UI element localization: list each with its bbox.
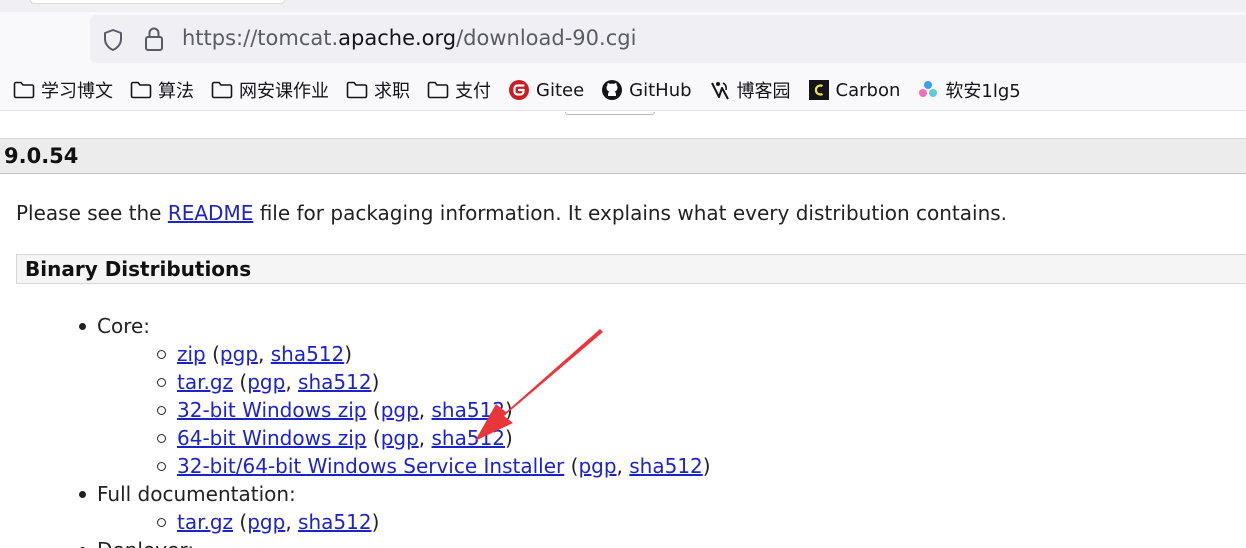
folder-icon bbox=[210, 79, 234, 101]
pgp-link[interactable]: pgp bbox=[247, 370, 285, 394]
readme-link[interactable]: README bbox=[168, 201, 254, 225]
navigation-toolbar: https://tomcat.apache.org/download-90.cg… bbox=[0, 12, 1246, 70]
pgp-link[interactable]: pgp bbox=[381, 426, 419, 450]
download-item: tar.gz (pgp, sha512) bbox=[157, 508, 711, 536]
bookmark-label: 算法 bbox=[158, 81, 194, 102]
pgp-link[interactable]: pgp bbox=[247, 510, 285, 534]
bookmark-folder-algorithm[interactable]: 算法 bbox=[129, 74, 200, 106]
intro-text: file for packaging information. It expla… bbox=[253, 201, 1008, 225]
group-label: Deployer: bbox=[97, 538, 194, 548]
gitee-icon bbox=[507, 79, 531, 101]
url-text[interactable]: https://tomcat.apache.org/download-90.cg… bbox=[182, 26, 636, 50]
bookmark-label: 求职 bbox=[374, 81, 410, 102]
section-heading: Binary Distributions bbox=[25, 257, 252, 281]
bookmark-carbon[interactable]: Carbon bbox=[807, 74, 907, 106]
bookmark-folder-jobs[interactable]: 求职 bbox=[345, 74, 416, 106]
download-item: 64-bit Windows zip (pgp, sha512) bbox=[157, 424, 711, 452]
bookmark-label: 软安1lg5 bbox=[945, 81, 1021, 102]
url-host: apache.org bbox=[338, 26, 457, 50]
documentation-downloads: tar.gz (pgp, sha512) bbox=[97, 508, 711, 536]
sha512-link[interactable]: sha512 bbox=[298, 510, 372, 534]
bookmark-folder-study[interactable]: 学习博文 bbox=[12, 74, 119, 106]
lock-icon[interactable] bbox=[143, 26, 165, 52]
sha512-link[interactable]: sha512 bbox=[629, 454, 703, 478]
url-prefix: https://tomcat. bbox=[182, 26, 339, 50]
github-icon bbox=[600, 79, 624, 101]
pgp-link[interactable]: pgp bbox=[381, 398, 419, 422]
sha512-link[interactable]: sha512 bbox=[271, 342, 345, 366]
download-link[interactable]: tar.gz bbox=[177, 370, 233, 394]
sha512-link[interactable]: sha512 bbox=[298, 370, 372, 394]
pgp-link[interactable]: pgp bbox=[578, 454, 616, 478]
intro-paragraph: Please see the README file for packaging… bbox=[16, 201, 1007, 225]
version-header: 9.0.54 bbox=[0, 138, 1246, 174]
group-label: Core: bbox=[97, 314, 151, 338]
pgp-link[interactable]: pgp bbox=[220, 342, 258, 366]
download-link[interactable]: tar.gz bbox=[177, 510, 233, 534]
download-item: zip (pgp, sha512) bbox=[157, 340, 711, 368]
download-item: 32-bit Windows zip (pgp, sha512) bbox=[157, 396, 711, 424]
bookmark-folder-payment[interactable]: 支付 bbox=[426, 74, 497, 106]
download-link[interactable]: zip bbox=[177, 342, 206, 366]
version-heading: 9.0.54 bbox=[4, 144, 79, 168]
bookmark-folder-security-homework[interactable]: 网安课作业 bbox=[210, 74, 335, 106]
bookmark-github[interactable]: GitHub bbox=[600, 74, 697, 106]
page-element-edge bbox=[565, 112, 655, 115]
bookmark-label: GitHub bbox=[629, 79, 692, 101]
section-header: Binary Distributions bbox=[16, 254, 1246, 284]
core-downloads: zip (pgp, sha512) tar.gz (pgp, sha512) 3… bbox=[97, 340, 711, 480]
bookmark-app[interactable]: 软安1lg5 bbox=[916, 74, 1026, 106]
bookmarks-bar: 学习博文 算法 网安课作业 求职 支付 Gitee GitHub 博客园 Car… bbox=[0, 70, 1246, 111]
list-item-core: Core: zip (pgp, sha512) tar.gz (pgp, sha… bbox=[76, 312, 711, 480]
address-bar[interactable]: https://tomcat.apache.org/download-90.cg… bbox=[90, 15, 1246, 63]
folder-icon bbox=[345, 79, 369, 101]
app-icon bbox=[916, 79, 940, 101]
bookmark-label: Carbon bbox=[835, 79, 901, 101]
download-item: 32-bit/64-bit Windows Service Installer … bbox=[157, 452, 711, 480]
bookmark-gitee[interactable]: Gitee bbox=[507, 74, 590, 106]
bookmark-cnblogs[interactable]: 博客园 bbox=[708, 74, 797, 106]
download-link[interactable]: 64-bit Windows zip bbox=[177, 426, 367, 450]
list-item-full-documentation: Full documentation: tar.gz (pgp, sha512) bbox=[76, 480, 711, 536]
download-link[interactable]: 32-bit Windows zip bbox=[177, 398, 367, 422]
group-label: Full documentation: bbox=[97, 482, 296, 506]
folder-icon bbox=[129, 79, 153, 101]
page-content[interactable]: 9.0.54 Please see the README file for pa… bbox=[0, 112, 1246, 548]
carbon-icon bbox=[807, 79, 831, 101]
active-tab[interactable] bbox=[30, 0, 285, 4]
tab-strip bbox=[0, 0, 1246, 12]
shield-icon[interactable] bbox=[101, 28, 125, 52]
bookmark-label: 网安课作业 bbox=[239, 81, 329, 102]
sha512-link[interactable]: sha512 bbox=[432, 398, 506, 422]
download-item: tar.gz (pgp, sha512) bbox=[157, 368, 711, 396]
folder-icon bbox=[12, 79, 36, 101]
bookmark-label: 学习博文 bbox=[41, 81, 113, 102]
folder-icon bbox=[426, 79, 450, 101]
bookmark-label: 支付 bbox=[455, 81, 491, 102]
download-link[interactable]: 32-bit/64-bit Windows Service Installer bbox=[177, 454, 564, 478]
bookmark-label: 博客园 bbox=[736, 81, 791, 102]
cnblogs-icon bbox=[708, 79, 732, 101]
url-path: /download-90.cgi bbox=[456, 26, 637, 50]
distribution-list: Core: zip (pgp, sha512) tar.gz (pgp, sha… bbox=[76, 312, 711, 548]
intro-text: Please see the bbox=[16, 201, 168, 225]
sha512-link[interactable]: sha512 bbox=[432, 426, 506, 450]
list-item-deployer: Deployer: bbox=[76, 536, 711, 548]
bookmark-label: Gitee bbox=[536, 79, 585, 101]
